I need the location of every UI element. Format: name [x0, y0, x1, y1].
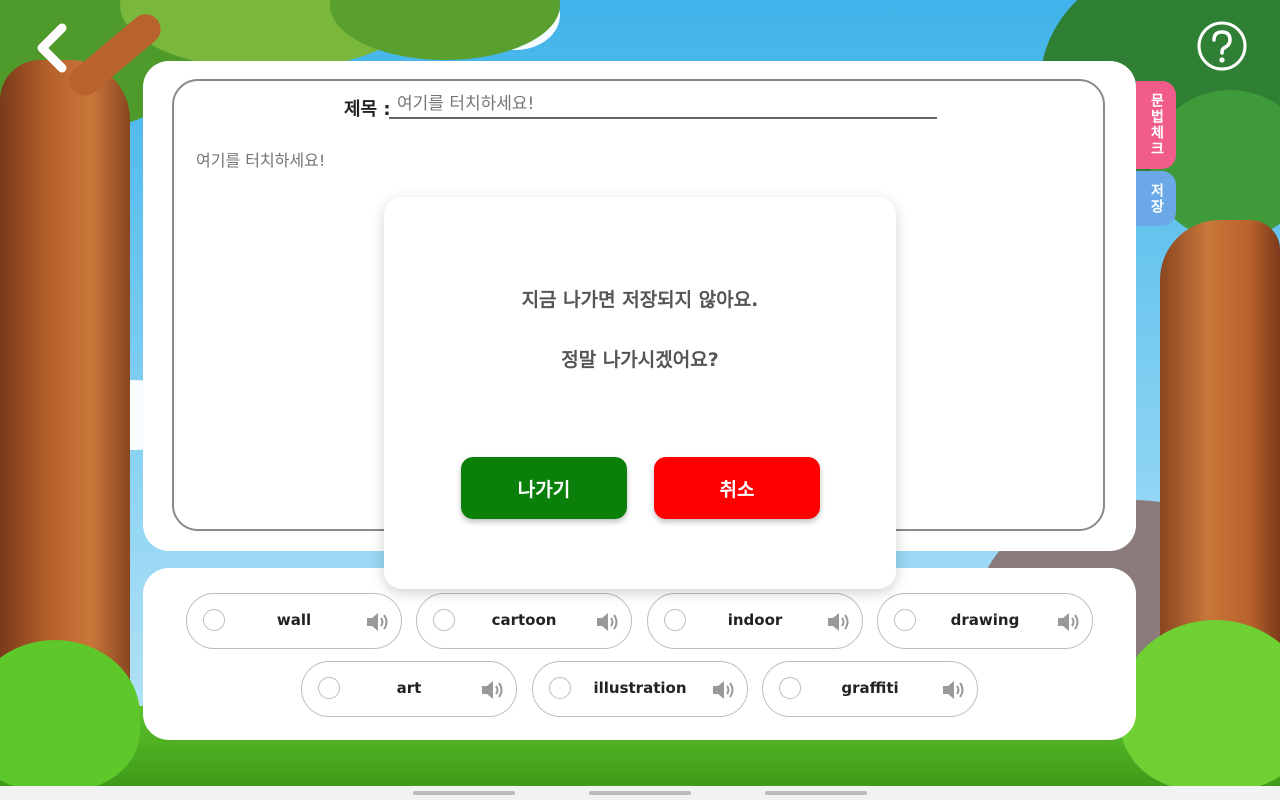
speaker-icon[interactable] — [1056, 611, 1082, 633]
word-label: art — [396, 679, 422, 697]
word-chip-graffiti[interactable]: graffiti — [762, 661, 978, 717]
radio-button[interactable] — [433, 609, 455, 631]
speaker-icon[interactable] — [365, 611, 391, 633]
word-chip-illustration[interactable]: illustration — [532, 661, 748, 717]
speaker-icon[interactable] — [595, 611, 621, 633]
nav-pill — [413, 791, 515, 795]
radio-button[interactable] — [318, 677, 340, 699]
radio-button[interactable] — [894, 609, 916, 631]
word-list-card: wall cartoon indoor drawing art illustra… — [143, 568, 1136, 740]
speaker-icon[interactable] — [711, 679, 737, 701]
word-label: wall — [276, 611, 312, 629]
title-input[interactable] — [389, 91, 937, 119]
speaker-icon[interactable] — [480, 679, 506, 701]
word-chip-cartoon[interactable]: cartoon — [416, 593, 632, 649]
cancel-button[interactable]: 취소 — [654, 457, 820, 519]
back-button[interactable] — [30, 22, 78, 74]
word-chip-art[interactable]: art — [301, 661, 517, 717]
nav-pill — [765, 791, 867, 795]
save-label: 저장 — [1148, 182, 1165, 215]
radio-button[interactable] — [203, 609, 225, 631]
help-button[interactable] — [1196, 20, 1248, 72]
exit-button[interactable]: 나가기 — [461, 457, 627, 519]
title-label: 제목 : — [344, 99, 391, 120]
word-chip-wall[interactable]: wall — [186, 593, 402, 649]
grammar-check-label: 문법체크 — [1148, 93, 1165, 157]
nav-pill — [589, 791, 691, 795]
radio-button[interactable] — [779, 677, 801, 699]
question-circle-icon — [1197, 21, 1247, 71]
speaker-icon[interactable] — [941, 679, 967, 701]
dialog-message: 지금 나가면 저장되지 않아요. — [521, 289, 759, 311]
radio-button[interactable] — [664, 609, 686, 631]
word-label: illustration — [593, 679, 687, 697]
dialog-question: 정말 나가시겠어요? — [561, 349, 719, 371]
save-tab[interactable]: 저장 — [1136, 171, 1176, 226]
grammar-check-tab[interactable]: 문법체크 — [1136, 81, 1176, 169]
word-label: drawing — [950, 611, 1020, 629]
word-label: graffiti — [841, 679, 899, 697]
chevron-left-icon — [37, 23, 67, 73]
exit-confirm-dialog: 지금 나가면 저장되지 않아요. 정말 나가시겠어요? 나가기 취소 — [384, 197, 896, 589]
word-label: cartoon — [491, 611, 557, 629]
word-chip-drawing[interactable]: drawing — [877, 593, 1093, 649]
speaker-icon[interactable] — [826, 611, 852, 633]
word-label: indoor — [727, 611, 783, 629]
radio-button[interactable] — [549, 677, 571, 699]
word-chip-indoor[interactable]: indoor — [647, 593, 863, 649]
